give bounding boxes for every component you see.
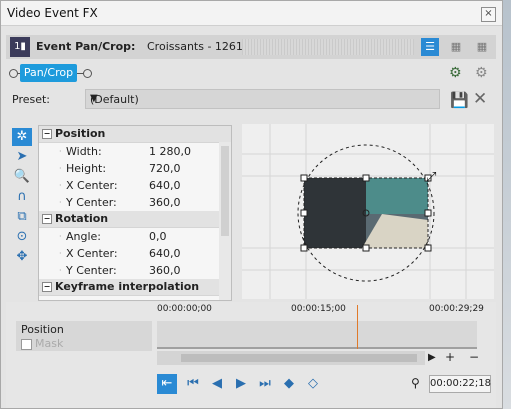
plugin-name: Event Pan/Crop: bbox=[36, 40, 136, 53]
tool-palette: ✲ ➤ 🔍 ∩ ⧉ ⊙ ✥ bbox=[12, 128, 34, 268]
remove-plugin-icon[interactable]: ⚙ bbox=[475, 65, 488, 81]
timeline-scrollbar[interactable] bbox=[157, 351, 425, 365]
keyframe-lane[interactable] bbox=[157, 321, 477, 347]
header-grip bbox=[242, 39, 414, 55]
property-value[interactable]: 0,0 bbox=[149, 228, 167, 245]
pan-crop-overlay: ⤢ bbox=[242, 124, 494, 299]
property-row[interactable]: · Y Center: 360,0 bbox=[39, 194, 231, 211]
mask-checkbox[interactable] bbox=[21, 338, 32, 350]
media-name: Croissants - 1261 bbox=[147, 40, 243, 53]
property-row[interactable]: · Width: 1 280,0 bbox=[39, 143, 231, 160]
property-key: Y Center: bbox=[66, 264, 117, 277]
pointer-icon[interactable]: ➤ bbox=[12, 148, 32, 166]
zoom-icon[interactable]: 🔍 bbox=[12, 168, 32, 186]
add-keyframe-icon[interactable]: ◆ bbox=[279, 374, 299, 394]
timecode-marker-icon: ⚲ bbox=[411, 376, 420, 390]
collapse-icon[interactable]: − bbox=[42, 282, 52, 292]
zoom-in-icon[interactable]: + bbox=[445, 350, 455, 364]
move-icon[interactable]: ✥ bbox=[12, 248, 32, 266]
chevron-down-icon[interactable]: ▼ bbox=[90, 93, 434, 104]
video-event-fx-window: Video Event FX × 1▮ Event Pan/Crop: Croi… bbox=[0, 0, 503, 409]
close-button[interactable]: × bbox=[481, 7, 496, 22]
property-row[interactable]: · Y Center: 360,0 bbox=[39, 262, 231, 279]
property-row[interactable]: · Angle: 0,0 bbox=[39, 228, 231, 245]
section-position[interactable]: − Position bbox=[39, 126, 231, 143]
timecode-field[interactable]: 00:00:22;18 bbox=[429, 375, 491, 393]
preview-canvas[interactable]: ⤢ bbox=[242, 124, 494, 299]
settings-icon[interactable]: ✲ bbox=[12, 128, 32, 146]
list-view-icon[interactable]: ☰ bbox=[421, 38, 439, 56]
ruler-label: 00:00:15;00 bbox=[291, 304, 346, 314]
chain-end-dot bbox=[83, 69, 92, 78]
section-title: Keyframe interpolation bbox=[55, 280, 200, 293]
property-value[interactable]: 360,0 bbox=[149, 194, 181, 211]
delete-keyframe-icon[interactable]: ◇ bbox=[303, 374, 323, 394]
preset-dropdown[interactable]: (Default) ▼ bbox=[85, 89, 440, 109]
section-rotation[interactable]: − Rotation bbox=[39, 211, 231, 228]
plugin-chain: Pan/Crop ⚙ ⚙ bbox=[1, 61, 501, 85]
property-row[interactable]: · X Center: 640,0 bbox=[39, 177, 231, 194]
property-key: Height: bbox=[66, 162, 107, 175]
save-preset-icon[interactable]: 💾 bbox=[450, 91, 469, 109]
property-key: Angle: bbox=[66, 230, 102, 243]
section-title: Rotation bbox=[55, 212, 109, 225]
prev-keyframe-icon[interactable]: ◀ bbox=[207, 374, 227, 394]
lock-aspect-icon[interactable]: ⧉ bbox=[12, 208, 32, 226]
lane-divider bbox=[157, 347, 477, 349]
property-value[interactable]: 640,0 bbox=[149, 245, 181, 262]
plugin-chain-icon[interactable]: ⚙ bbox=[449, 65, 462, 81]
properties-panel: − Position · Width: 1 280,0 · Height: 720,0 ·… bbox=[38, 125, 232, 301]
plugin-header: 1▮ Event Pan/Crop: Croissants - 1261 ☰ ▦… bbox=[6, 35, 496, 59]
sync-cursor-icon[interactable]: ⇤ bbox=[157, 374, 177, 394]
property-key: X Center: bbox=[66, 179, 118, 192]
scroll-thumb[interactable] bbox=[181, 354, 417, 362]
window-title: Video Event FX bbox=[7, 6, 98, 20]
track-name: Position bbox=[21, 323, 64, 336]
property-value[interactable]: 640,0 bbox=[149, 177, 181, 194]
scroll-right-icon[interactable]: ▶ bbox=[428, 352, 436, 363]
property-key: Width: bbox=[66, 145, 102, 158]
section-keyframe-interpolation[interactable]: − Keyframe interpolation bbox=[39, 279, 231, 296]
section-title: Position bbox=[55, 127, 106, 140]
center-icon[interactable]: ⊙ bbox=[12, 228, 32, 246]
ruler-label: 00:00:29;29 bbox=[429, 304, 484, 314]
snap-icon[interactable]: ∩ bbox=[12, 188, 32, 206]
property-value[interactable]: 360,0 bbox=[149, 262, 181, 279]
mask-label: Mask bbox=[35, 337, 64, 350]
delete-preset-icon[interactable]: ✕ bbox=[473, 89, 487, 109]
grid-view-icon[interactable]: ▦ bbox=[447, 38, 465, 56]
last-keyframe-icon[interactable]: ⏭ bbox=[255, 374, 275, 394]
collapse-icon[interactable]: − bbox=[42, 129, 52, 139]
track-header[interactable]: Position Mask bbox=[16, 321, 152, 351]
properties-scrollbar[interactable] bbox=[219, 142, 231, 300]
property-row[interactable]: · Height: 720,0 bbox=[39, 160, 231, 177]
title-bar: Video Event FX × bbox=[1, 1, 502, 26]
keyframe-timeline: 00:00:00;00 00:00:15;00 00:00:29;29 Posi… bbox=[6, 302, 496, 408]
property-key: Y Center: bbox=[66, 196, 117, 209]
property-row[interactable]: · X Center: 640,0 bbox=[39, 245, 231, 262]
time-ruler[interactable]: 00:00:00;00 00:00:15;00 00:00:29;29 bbox=[157, 302, 491, 320]
chain-start-dot bbox=[9, 69, 18, 78]
scroll-thumb[interactable] bbox=[221, 146, 229, 236]
zoom-out-icon[interactable]: − bbox=[469, 350, 479, 364]
pan-crop-chip[interactable]: Pan/Crop bbox=[20, 64, 77, 82]
property-key: X Center: bbox=[66, 247, 118, 260]
next-keyframe-icon[interactable]: ▶ bbox=[231, 374, 251, 394]
svg-text:⤢: ⤢ bbox=[426, 170, 436, 185]
property-value[interactable]: 1 280,0 bbox=[149, 143, 191, 160]
plugin-icon: 1▮ bbox=[10, 37, 30, 57]
ruler-label: 00:00:00;00 bbox=[157, 304, 212, 314]
collapse-icon[interactable]: − bbox=[42, 214, 52, 224]
time-cursor[interactable] bbox=[357, 305, 358, 349]
large-grid-view-icon[interactable]: ▦ bbox=[473, 38, 491, 56]
first-keyframe-icon[interactable]: ⏮ bbox=[183, 374, 203, 394]
property-value[interactable]: 720,0 bbox=[149, 160, 181, 177]
preset-label: Preset: bbox=[12, 93, 51, 106]
